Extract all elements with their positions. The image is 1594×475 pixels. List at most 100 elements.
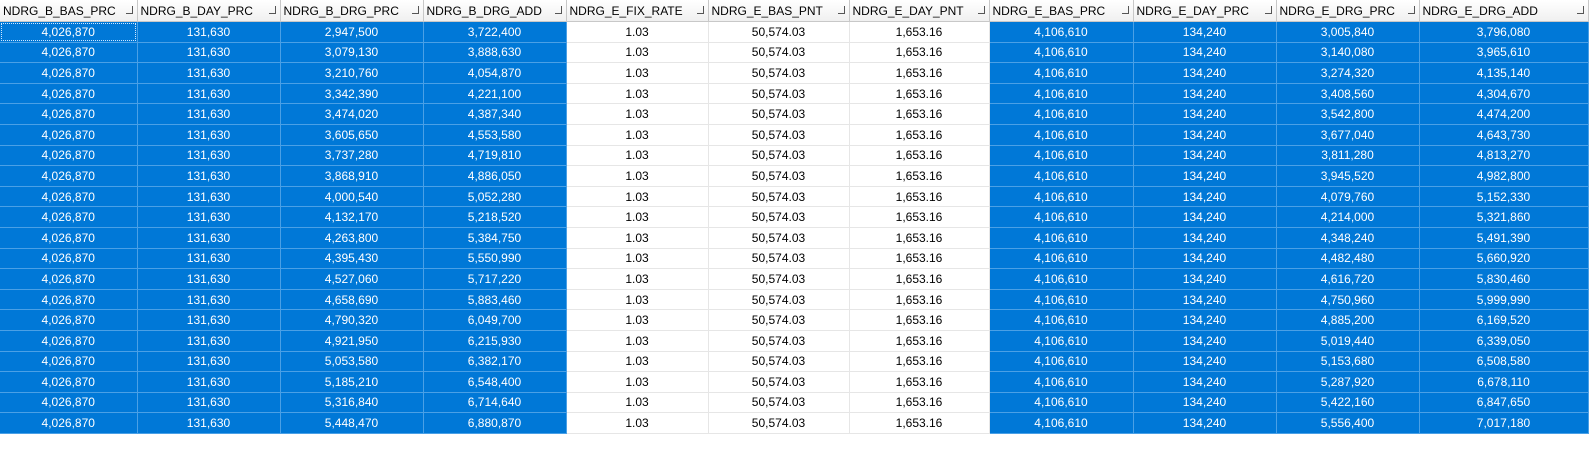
table-cell[interactable]: 5,491,390 xyxy=(1419,227,1589,249)
table-cell[interactable]: 134,240 xyxy=(1133,83,1277,105)
table-cell[interactable]: 1,653.16 xyxy=(849,124,990,146)
column-filter-icon[interactable] xyxy=(554,6,562,14)
table-cell[interactable]: 7,017,180 xyxy=(1419,412,1589,434)
table-cell[interactable]: 5,218,520 xyxy=(423,206,567,228)
table-cell[interactable]: 131,630 xyxy=(137,227,281,249)
table-cell[interactable]: 5,316,840 xyxy=(280,392,424,414)
table-cell[interactable]: 3,868,910 xyxy=(280,165,424,187)
table-cell[interactable]: 1,653.16 xyxy=(849,412,990,434)
column-header-ndrg-e-bas-prc[interactable]: NDRG_E_BAS_PRC xyxy=(989,0,1134,22)
table-cell[interactable]: 4,026,870 xyxy=(0,330,138,352)
table-cell[interactable]: 4,026,870 xyxy=(0,165,138,187)
table-cell[interactable]: 131,630 xyxy=(137,103,281,125)
column-header-ndrg-b-day-prc[interactable]: NDRG_B_DAY_PRC xyxy=(137,0,281,22)
column-filter-icon[interactable] xyxy=(1121,6,1129,14)
table-cell[interactable]: 1.03 xyxy=(566,21,709,43)
table-cell[interactable]: 3,811,280 xyxy=(1276,145,1420,167)
table-cell[interactable]: 131,630 xyxy=(137,145,281,167)
table-cell[interactable]: 1,653.16 xyxy=(849,227,990,249)
table-cell[interactable]: 50,574.03 xyxy=(708,21,850,43)
table-cell[interactable]: 50,574.03 xyxy=(708,62,850,84)
table-cell[interactable]: 4,026,870 xyxy=(0,227,138,249)
table-cell[interactable]: 1,653.16 xyxy=(849,289,990,311)
table-cell[interactable]: 4,026,870 xyxy=(0,206,138,228)
table-cell[interactable]: 134,240 xyxy=(1133,124,1277,146)
table-cell[interactable]: 4,026,870 xyxy=(0,83,138,105)
table-cell[interactable]: 5,999,990 xyxy=(1419,289,1589,311)
table-cell[interactable]: 4,106,610 xyxy=(989,330,1134,352)
column-header-ndrg-e-drg-prc[interactable]: NDRG_E_DRG_PRC xyxy=(1276,0,1420,22)
table-cell[interactable]: 4,026,870 xyxy=(0,42,138,64)
table-cell[interactable]: 4,106,610 xyxy=(989,165,1134,187)
table-cell[interactable]: 4,553,580 xyxy=(423,124,567,146)
column-header-ndrg-e-day-prc[interactable]: NDRG_E_DAY_PRC xyxy=(1133,0,1277,22)
table-cell[interactable]: 134,240 xyxy=(1133,186,1277,208)
table-row[interactable]: 4,026,870 131,630 4,527,060 5,717,220 1.03 50… xyxy=(0,268,1589,290)
table-cell[interactable]: 3,140,080 xyxy=(1276,42,1420,64)
table-cell[interactable]: 4,106,610 xyxy=(989,309,1134,331)
table-cell[interactable]: 6,714,640 xyxy=(423,392,567,414)
table-cell[interactable]: 4,026,870 xyxy=(0,21,138,43)
table-cell[interactable]: 6,382,170 xyxy=(423,351,567,373)
table-cell[interactable]: 4,026,870 xyxy=(0,62,138,84)
table-cell[interactable]: 4,106,610 xyxy=(989,268,1134,290)
table-cell[interactable]: 5,052,280 xyxy=(423,186,567,208)
column-header-ndrg-e-drg-add[interactable]: NDRG_E_DRG_ADD xyxy=(1419,0,1589,22)
table-cell[interactable]: 134,240 xyxy=(1133,309,1277,331)
table-cell[interactable]: 4,813,270 xyxy=(1419,145,1589,167)
table-cell[interactable]: 4,026,870 xyxy=(0,412,138,434)
table-cell[interactable]: 134,240 xyxy=(1133,227,1277,249)
table-cell[interactable]: 3,542,800 xyxy=(1276,103,1420,125)
table-cell[interactable]: 5,422,160 xyxy=(1276,392,1420,414)
table-cell[interactable]: 134,240 xyxy=(1133,268,1277,290)
table-cell[interactable]: 3,737,280 xyxy=(280,145,424,167)
table-cell[interactable]: 50,574.03 xyxy=(708,206,850,228)
table-cell[interactable]: 4,000,540 xyxy=(280,186,424,208)
table-cell[interactable]: 1,653.16 xyxy=(849,186,990,208)
table-cell[interactable]: 1,653.16 xyxy=(849,268,990,290)
table-cell[interactable]: 6,847,650 xyxy=(1419,392,1589,414)
table-cell[interactable]: 4,106,610 xyxy=(989,412,1134,434)
table-cell[interactable]: 134,240 xyxy=(1133,412,1277,434)
table-cell[interactable]: 4,106,610 xyxy=(989,62,1134,84)
table-cell[interactable]: 1,653.16 xyxy=(849,42,990,64)
table-cell[interactable]: 4,026,870 xyxy=(0,103,138,125)
table-row[interactable]: 4,026,870 131,630 3,868,910 4,886,050 1.03 50… xyxy=(0,165,1589,187)
table-cell[interactable]: 4,106,610 xyxy=(989,392,1134,414)
table-cell[interactable]: 6,169,520 xyxy=(1419,309,1589,331)
data-grid[interactable]: NDRG_B_BAS_PRC NDRG_B_DAY_PRC NDRG_B_DRG_P… xyxy=(0,0,1594,475)
table-cell[interactable]: 4,106,610 xyxy=(989,371,1134,393)
table-cell[interactable]: 131,630 xyxy=(137,412,281,434)
column-filter-icon[interactable] xyxy=(1407,6,1415,14)
table-cell[interactable]: 4,304,670 xyxy=(1419,83,1589,105)
table-cell[interactable]: 131,630 xyxy=(137,165,281,187)
table-row[interactable]: 4,026,870 131,630 3,737,280 4,719,810 1.03 50… xyxy=(0,145,1589,167)
table-cell[interactable]: 1.03 xyxy=(566,206,709,228)
table-cell[interactable]: 4,106,610 xyxy=(989,21,1134,43)
table-cell[interactable]: 1.03 xyxy=(566,268,709,290)
table-cell[interactable]: 4,982,800 xyxy=(1419,165,1589,187)
table-cell[interactable]: 3,474,020 xyxy=(280,103,424,125)
table-cell[interactable]: 6,339,050 xyxy=(1419,330,1589,352)
table-cell[interactable]: 5,053,580 xyxy=(280,351,424,373)
table-cell[interactable]: 4,026,870 xyxy=(0,124,138,146)
table-cell[interactable]: 4,026,870 xyxy=(0,145,138,167)
column-header-ndrg-b-drg-prc[interactable]: NDRG_B_DRG_PRC xyxy=(280,0,424,22)
table-cell[interactable]: 4,026,870 xyxy=(0,186,138,208)
table-cell[interactable]: 1.03 xyxy=(566,351,709,373)
table-cell[interactable]: 131,630 xyxy=(137,124,281,146)
table-cell[interactable]: 134,240 xyxy=(1133,330,1277,352)
table-cell[interactable]: 50,574.03 xyxy=(708,412,850,434)
table-cell[interactable]: 50,574.03 xyxy=(708,330,850,352)
table-cell[interactable]: 4,106,610 xyxy=(989,186,1134,208)
table-cell[interactable]: 4,106,610 xyxy=(989,248,1134,270)
table-cell[interactable]: 131,630 xyxy=(137,330,281,352)
table-cell[interactable]: 50,574.03 xyxy=(708,309,850,331)
table-row[interactable]: 4,026,870 131,630 3,605,650 4,553,580 1.03 50… xyxy=(0,124,1589,146)
table-cell[interactable]: 134,240 xyxy=(1133,42,1277,64)
table-cell[interactable]: 4,886,050 xyxy=(423,165,567,187)
table-cell[interactable]: 131,630 xyxy=(137,351,281,373)
table-cell[interactable]: 50,574.03 xyxy=(708,371,850,393)
table-cell[interactable]: 50,574.03 xyxy=(708,392,850,414)
table-cell[interactable]: 5,830,460 xyxy=(1419,268,1589,290)
